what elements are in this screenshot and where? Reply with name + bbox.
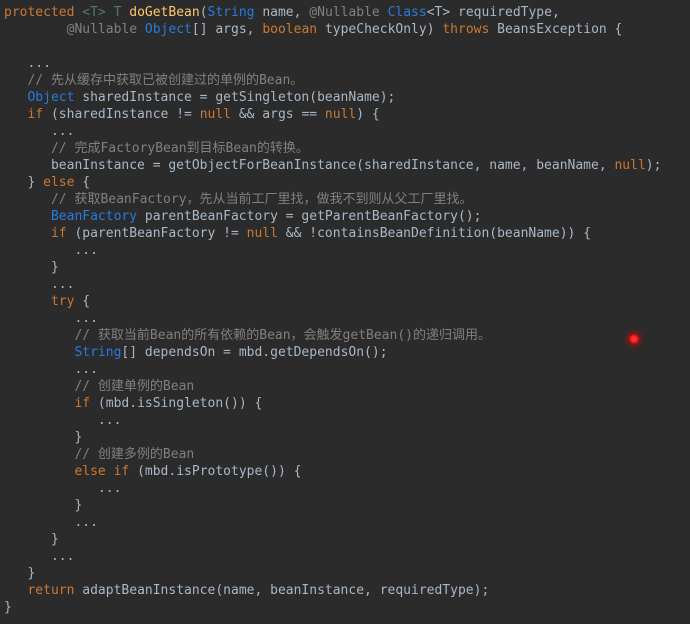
- text: {: [74, 175, 90, 190]
- text: ...: [4, 311, 98, 326]
- text: }: [4, 498, 82, 513]
- text: ...: [4, 413, 121, 428]
- text: ...: [4, 549, 74, 564]
- text: [4, 22, 67, 37]
- text: }: [4, 175, 43, 190]
- text: [] dependsOn = mbd.getDependsOn();: [121, 345, 387, 360]
- text: ...: [4, 277, 74, 292]
- text: [4, 328, 74, 343]
- text: [4, 141, 51, 156]
- text: (sharedInstance !=: [43, 107, 200, 122]
- keyword-if: if: [74, 396, 90, 411]
- comment: // 完成FactoryBean到目标Bean的转换。: [51, 141, 309, 156]
- text: }: [4, 430, 82, 445]
- text: {: [74, 294, 90, 309]
- text: [380, 5, 388, 20]
- keyword-null: null: [325, 107, 356, 122]
- comment: // 获取当前Bean的所有依赖的Bean，会触发getBean()的递归调用。: [74, 328, 491, 343]
- text: [4, 447, 74, 462]
- text: typeCheckOnly): [317, 22, 442, 37]
- text: [4, 107, 27, 122]
- method-name: doGetBean: [129, 5, 199, 20]
- text: }: [4, 600, 12, 615]
- keyword-null: null: [247, 226, 278, 241]
- text: (parentBeanFactory !=: [67, 226, 247, 241]
- type-object: Object: [145, 22, 192, 37]
- text: beanInstance = getObjectForBeanInstance(…: [4, 158, 614, 173]
- text: (mbd.isSingleton()) {: [90, 396, 262, 411]
- keyword-throws: throws: [442, 22, 489, 37]
- text: }: [4, 532, 59, 547]
- text: <T>: [427, 5, 450, 20]
- keyword-elseif: else if: [74, 464, 129, 479]
- keyword-null: null: [200, 107, 231, 122]
- generic-type: <T> T: [74, 5, 129, 20]
- text: BeansException {: [489, 22, 622, 37]
- text: ...: [4, 481, 121, 496]
- code-block: protected <T> T doGetBean(String name, @…: [4, 4, 686, 616]
- text: ...: [4, 515, 98, 530]
- text: [4, 345, 74, 360]
- text: [4, 90, 27, 105]
- text: ) {: [356, 107, 379, 122]
- text: [4, 396, 74, 411]
- text: [4, 209, 51, 224]
- text: [4, 73, 27, 88]
- type-class: Class: [388, 5, 427, 20]
- type-string: String: [208, 5, 255, 20]
- keyword-null: null: [614, 158, 645, 173]
- text: name,: [255, 5, 310, 20]
- text: ...: [4, 362, 98, 377]
- keyword-protected: protected: [4, 5, 74, 20]
- text: ...: [4, 243, 98, 258]
- text: requiredType,: [450, 5, 560, 20]
- comment: // 创建多例的Bean: [74, 447, 194, 462]
- text: [137, 22, 145, 37]
- text: (: [200, 5, 208, 20]
- text: ...: [4, 124, 74, 139]
- comment: // 创建单例的Bean: [74, 379, 194, 394]
- text: [] args,: [192, 22, 262, 37]
- type-object: Object: [27, 90, 74, 105]
- keyword-if: if: [51, 226, 67, 241]
- text: }: [4, 566, 35, 581]
- keyword-try: try: [51, 294, 74, 309]
- type-beanfactory: BeanFactory: [51, 209, 137, 224]
- text: [4, 294, 51, 309]
- keyword-boolean: boolean: [262, 22, 317, 37]
- keyword-return: return: [27, 583, 74, 598]
- text: [4, 583, 27, 598]
- text: && args ==: [231, 107, 325, 122]
- text: && !containsBeanDefinition(beanName)) {: [278, 226, 591, 241]
- comment: // 先从缓存中获取已被创建过的单例的Bean。: [27, 73, 303, 88]
- text: }: [4, 260, 59, 275]
- text: [4, 464, 74, 479]
- text: (mbd.isPrototype()) {: [129, 464, 301, 479]
- text: sharedInstance = getSingleton(beanName);: [74, 90, 395, 105]
- breakpoint-marker-icon[interactable]: [629, 334, 639, 344]
- type-string: String: [74, 345, 121, 360]
- text: [4, 192, 51, 207]
- text: [4, 379, 74, 394]
- comment: // 获取BeanFactory，先从当前工厂里找，做我不到则从父工厂里找。: [51, 192, 473, 207]
- annotation: @Nullable: [67, 22, 137, 37]
- text: parentBeanFactory = getParentBeanFactory…: [137, 209, 481, 224]
- text: [4, 226, 51, 241]
- keyword-if: if: [27, 107, 43, 122]
- keyword-else: else: [43, 175, 74, 190]
- text: );: [646, 158, 662, 173]
- annotation: @Nullable: [309, 5, 379, 20]
- text: adaptBeanInstance(name, beanInstance, re…: [74, 583, 489, 598]
- text: ...: [4, 56, 51, 71]
